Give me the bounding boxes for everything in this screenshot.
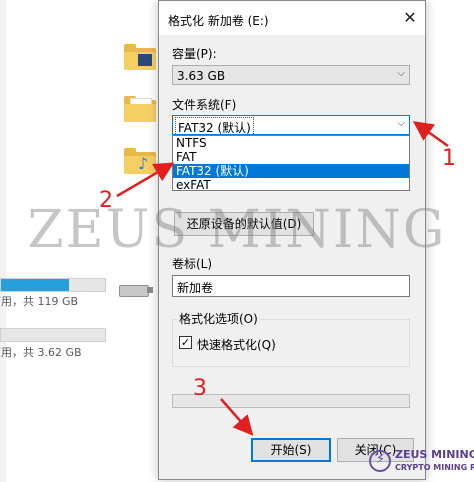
drive-e-space-text: 可用，共 3.62 GB	[0, 346, 82, 359]
format-options-label: 格式化选项(O)	[177, 310, 260, 327]
logo-line2: CRYPTO MINING PRO	[395, 463, 474, 472]
filesystem-option-fat[interactable]: FAT	[173, 150, 409, 164]
drive-c-usage-bar	[0, 278, 106, 292]
volume-label-label: 卷标(L)	[172, 257, 213, 271]
chevron-down-icon: ⌵	[397, 68, 405, 79]
volume-label-input[interactable]: 新加卷	[172, 275, 410, 297]
drive-e-usage-bar	[0, 328, 106, 342]
logo-line1: ZEUS MINING	[395, 448, 474, 461]
chevron-down-icon: ⌵	[397, 118, 405, 129]
explorer-left-edge	[0, 0, 6, 482]
restore-defaults-button[interactable]: 还原设备的默认值(D)	[174, 212, 314, 236]
close-icon[interactable]: ✕	[397, 6, 423, 30]
usb-drive-icon[interactable]	[119, 283, 153, 297]
drive-c-space-text: 可用，共 119 GB	[0, 295, 79, 308]
step-number-1: 1	[442, 146, 456, 171]
dialog-titlebar[interactable]: 格式化 新加卷 (E:) ✕	[159, 1, 425, 35]
lightning-bolt-icon: ⚡	[369, 450, 391, 472]
volume-label-value: 新加卷	[177, 281, 214, 295]
video-folder-icon[interactable]	[124, 44, 156, 70]
start-button[interactable]: 开始(S)	[251, 438, 331, 462]
filesystem-select[interactable]: FAT32 (默认) ⌵	[172, 115, 410, 138]
quick-format-label[interactable]: 快速格式化(Q)	[197, 336, 276, 353]
format-progress-bar	[172, 394, 410, 408]
filesystem-option-fat32[interactable]: FAT32 (默认)	[173, 164, 409, 178]
format-dialog: 格式化 新加卷 (E:) ✕ 容量(P): 3.63 GB ⌵ 文件系统(F) …	[158, 0, 426, 480]
step-number-3: 3	[193, 376, 207, 401]
drive-c-usage-fill	[1, 279, 69, 291]
capacity-label: 容量(P):	[172, 47, 217, 61]
quick-format-checkbox[interactable]: ✓	[179, 336, 192, 349]
documents-folder-icon[interactable]	[124, 96, 156, 122]
zeus-mining-logo: ⚡ ZEUS MINING CRYPTO MINING PRO	[369, 444, 474, 480]
filesystem-dropdown-list: NTFS FAT FAT32 (默认) exFAT	[172, 135, 410, 192]
music-folder-icon[interactable]: ♪	[124, 148, 156, 174]
capacity-select[interactable]: 3.63 GB ⌵	[172, 65, 410, 85]
capacity-value: 3.63 GB	[177, 69, 226, 83]
filesystem-value: FAT32 (默认)	[175, 117, 254, 138]
filesystem-option-exfat[interactable]: exFAT	[173, 178, 409, 192]
filesystem-option-ntfs[interactable]: NTFS	[173, 136, 409, 150]
step-number-2: 2	[99, 188, 113, 213]
filesystem-label: 文件系统(F)	[172, 98, 237, 112]
dialog-title: 格式化 新加卷 (E:)	[168, 14, 269, 28]
